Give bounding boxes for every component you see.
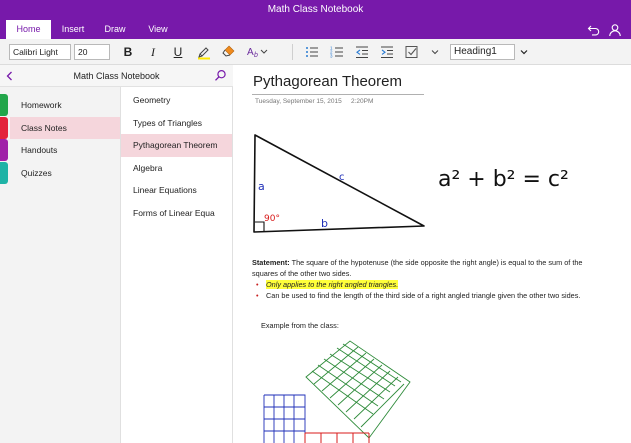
- notebook-title: Math Class Notebook: [73, 71, 160, 81]
- side-c-label: c: [339, 172, 345, 183]
- section-color-tab: [0, 117, 8, 139]
- increase-indent-icon[interactable]: [378, 43, 396, 61]
- tab-home[interactable]: Home: [6, 20, 51, 39]
- account-icon[interactable]: [608, 23, 622, 37]
- decrease-indent-icon[interactable]: [353, 43, 371, 61]
- section-handouts[interactable]: Handouts: [10, 139, 120, 161]
- list-item[interactable]: • Can be used to find the length of the t…: [252, 290, 622, 301]
- bullet-list-icon[interactable]: [303, 43, 321, 61]
- page-geometry[interactable]: Geometry: [121, 89, 232, 112]
- blue-grid: [263, 394, 306, 443]
- svg-text:b: b: [254, 52, 258, 59]
- statement-text: The square of the hypotenuse (the side o…: [252, 258, 583, 278]
- tag-dropdown-icon[interactable]: [428, 43, 442, 61]
- statement-paragraph[interactable]: Statement: The square of the hypotenuse …: [252, 257, 610, 279]
- side-a-label: a: [258, 180, 265, 193]
- page-title[interactable]: Pythagorean Theorem: [253, 73, 402, 90]
- bullet-list[interactable]: • Only applies to the right angled triang…: [252, 279, 622, 301]
- example-grid-drawing: [263, 340, 411, 443]
- section-color-tab: [0, 162, 8, 184]
- tab-insert[interactable]: Insert: [53, 20, 93, 39]
- bullet-text: Can be used to find the length of the th…: [266, 291, 581, 300]
- undo-icon[interactable]: [587, 23, 601, 37]
- bullet-dot-icon: •: [256, 291, 259, 300]
- pages-pane: Geometry Types of Triangles Pythagorean …: [121, 87, 233, 443]
- side-b-label: b: [321, 217, 328, 230]
- ribbon-separator: [292, 44, 293, 60]
- clear-format-icon[interactable]: [220, 43, 238, 61]
- page-pythagorean-theorem[interactable]: Pythagorean Theorem: [121, 134, 232, 157]
- red-grid: [304, 432, 370, 443]
- font-size-box[interactable]: 20: [74, 44, 110, 60]
- triangle-drawing: a c b 90°: [253, 134, 425, 233]
- equation-text: a² + b² = c²: [438, 167, 569, 192]
- todo-tag-icon[interactable]: [403, 43, 421, 61]
- window-title: Math Class Notebook: [267, 4, 364, 15]
- page-linear-equations[interactable]: Linear Equations: [121, 179, 232, 202]
- font-color-icon[interactable]: Ab: [246, 43, 268, 61]
- list-item[interactable]: • Only applies to the right angled triang…: [252, 279, 622, 290]
- angle-label: 90°: [264, 214, 280, 224]
- numbered-list-icon[interactable]: 123: [328, 43, 346, 61]
- title-underline: [252, 94, 424, 95]
- title-bar: Math Class Notebook: [0, 0, 631, 20]
- highlighter-icon[interactable]: [195, 43, 213, 61]
- search-icon[interactable]: [214, 69, 227, 82]
- statement-label: Statement:: [252, 258, 290, 267]
- section-color-tab: [0, 139, 8, 161]
- page-date: Tuesday, September 15, 2015: [255, 98, 342, 105]
- green-grid: [305, 340, 411, 439]
- font-name-box[interactable]: Calibri Light: [9, 44, 71, 60]
- page-time: 2:20PM: [351, 98, 374, 105]
- bold-icon[interactable]: B: [119, 43, 137, 61]
- equation-ink: a² + b² = c²: [438, 167, 569, 192]
- notebook-header: Math Class Notebook: [0, 65, 233, 87]
- bullet-dot-icon: •: [256, 280, 259, 289]
- underline-icon[interactable]: U: [169, 43, 187, 61]
- example-label: Example from the class:: [261, 321, 339, 330]
- tab-view[interactable]: View: [138, 20, 178, 39]
- ribbon-tabs: Home Insert Draw View: [0, 20, 631, 39]
- bullet-text-highlighted: Only applies to the right angled triangl…: [266, 280, 399, 289]
- page-algebra[interactable]: Algebra: [121, 157, 232, 180]
- section-homework[interactable]: Homework: [10, 94, 120, 116]
- tab-draw[interactable]: Draw: [96, 20, 134, 39]
- ribbon-toolbar: Calibri Light 20 B I U Ab 123 Heading1: [0, 39, 631, 65]
- svg-text:3: 3: [330, 54, 333, 59]
- italic-icon[interactable]: I: [144, 43, 162, 61]
- page-canvas[interactable]: Pythagorean Theorem Tuesday, September 1…: [233, 65, 631, 443]
- page-forms-of-linear-equations[interactable]: Forms of Linear Equa: [121, 202, 232, 225]
- style-dropdown-icon[interactable]: [517, 43, 531, 61]
- section-quizzes[interactable]: Quizzes: [10, 162, 120, 184]
- page-types-of-triangles[interactable]: Types of Triangles: [121, 112, 232, 135]
- section-color-tab: [0, 94, 8, 116]
- sections-pane: Homework Class Notes Handouts Quizzes: [0, 87, 121, 443]
- svg-text:A: A: [247, 47, 254, 58]
- style-box[interactable]: Heading1: [450, 44, 515, 60]
- section-class-notes[interactable]: Class Notes: [10, 117, 120, 139]
